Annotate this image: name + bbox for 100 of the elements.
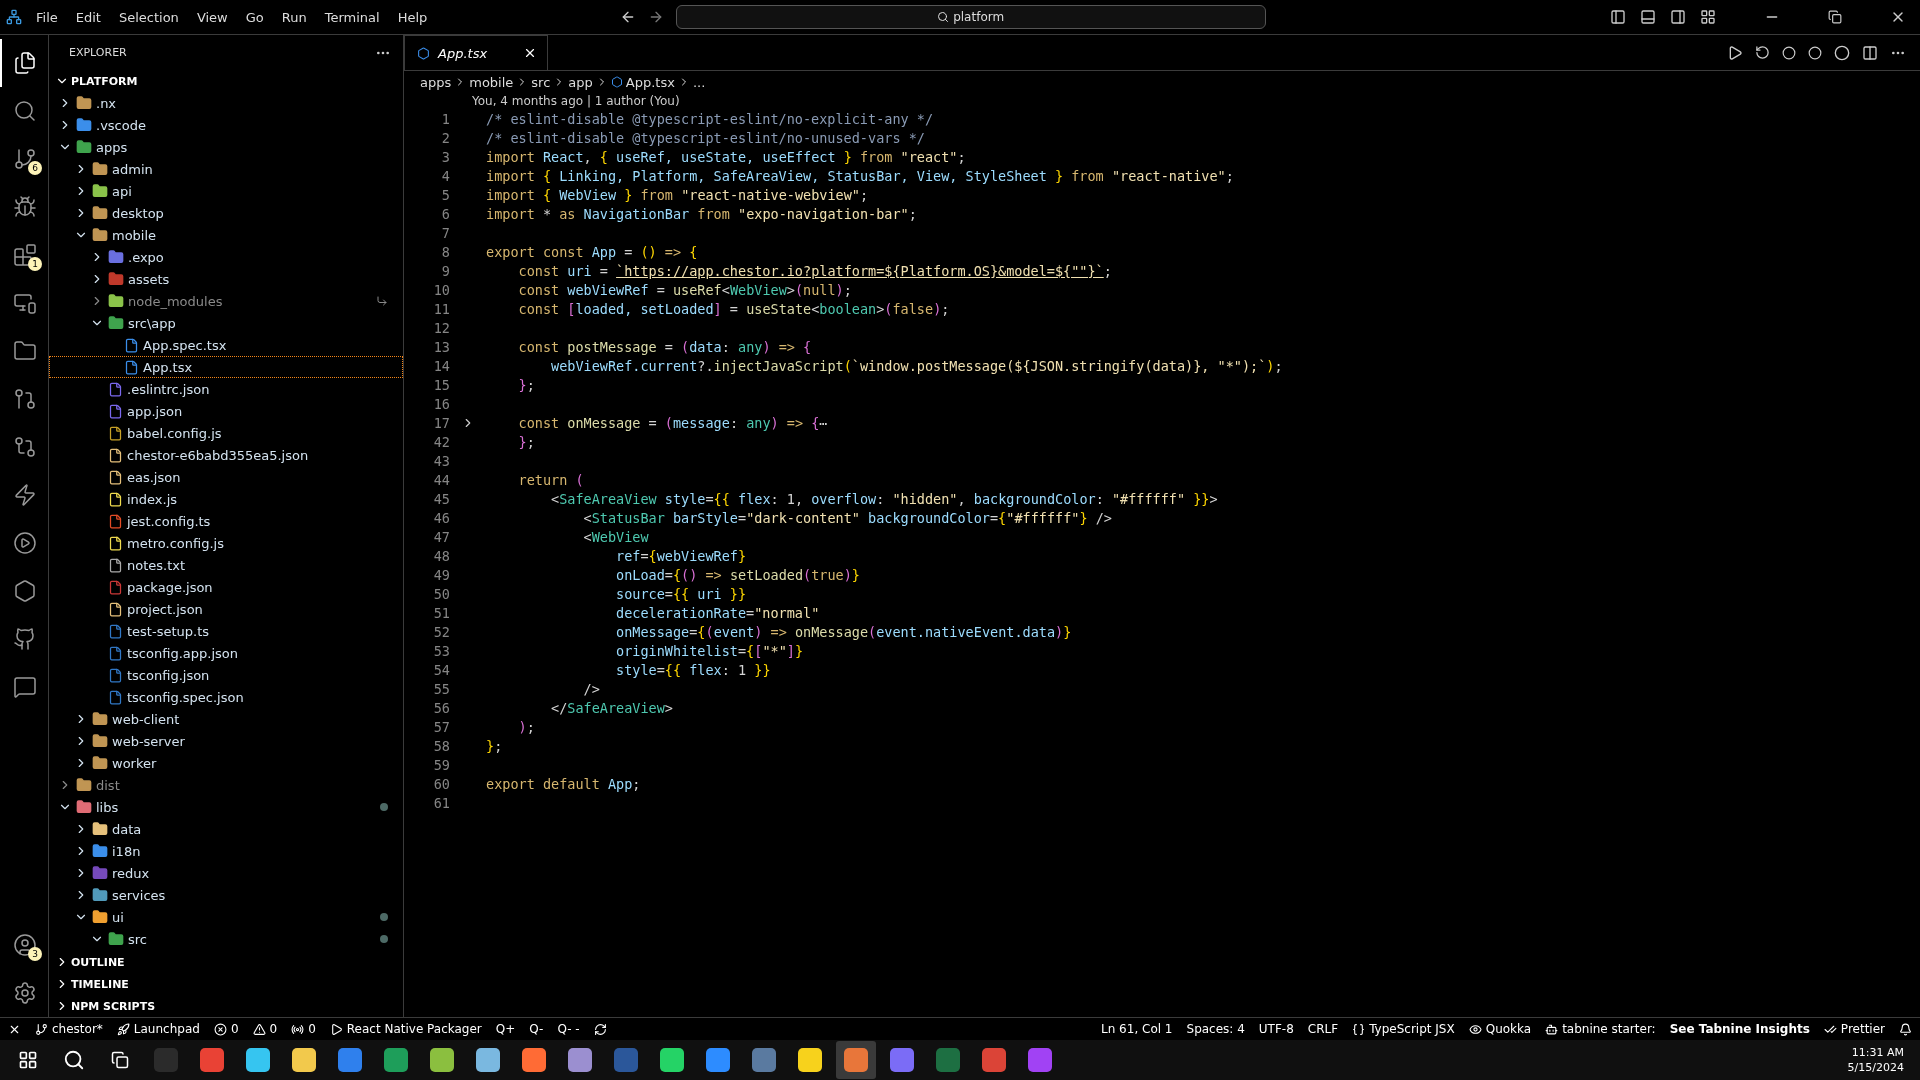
- menu-item[interactable]: Go: [237, 5, 272, 29]
- menu-item[interactable]: View: [188, 5, 236, 29]
- status-item[interactable]: See Tabnine Insights: [1669, 1022, 1810, 1036]
- status-item[interactable]: 0: [213, 1022, 239, 1036]
- status-item[interactable]: chestor*: [35, 1022, 103, 1036]
- restore-icon[interactable]: [1828, 10, 1842, 24]
- blame-annotation[interactable]: You, 4 months ago | 1 author (You): [404, 93, 1920, 109]
- folder-tree-item[interactable]: web-client: [49, 708, 403, 730]
- status-item[interactable]: Q+: [495, 1022, 516, 1036]
- section-header[interactable]: TIMELINE: [49, 973, 403, 995]
- layout-icon[interactable]: [1700, 9, 1716, 25]
- folder-tree-item[interactable]: i18n: [49, 840, 403, 862]
- section-header[interactable]: OUTLINE: [49, 951, 403, 973]
- folder-tree-item[interactable]: .nx: [49, 92, 403, 114]
- status-item[interactable]: tabnine starter:: [1545, 1022, 1656, 1036]
- settings-icon[interactable]: [13, 981, 37, 1005]
- clock-date[interactable]: 5/15/2024: [1847, 1060, 1904, 1075]
- file-tree-item[interactable]: App.spec.tsx: [49, 334, 403, 356]
- folder-tree-item[interactable]: data: [49, 818, 403, 840]
- command-center-search[interactable]: platform: [675, 5, 1266, 29]
- folder-tree-item[interactable]: worker: [49, 752, 403, 774]
- status-item[interactable]: Prettier: [1823, 1022, 1885, 1036]
- circle-icon[interactable]: [1782, 45, 1796, 60]
- file-tree-item[interactable]: jest.config.ts: [49, 510, 403, 532]
- status-item[interactable]: React Native Packager: [329, 1022, 482, 1036]
- file-tree-item[interactable]: tsconfig.app.json: [49, 642, 403, 664]
- folder-tree-item[interactable]: libs: [49, 796, 403, 818]
- account-icon[interactable]: [13, 933, 37, 957]
- toggle-panel-icon[interactable]: [1640, 9, 1656, 25]
- search-icon[interactable]: [63, 1049, 85, 1071]
- sync-icon[interactable]: [593, 1022, 607, 1036]
- breadcrumb-item[interactable]: mobile: [469, 74, 514, 90]
- menu-item[interactable]: Selection: [110, 5, 187, 29]
- folder-tree-item[interactable]: admin: [49, 158, 403, 180]
- circle-icon[interactable]: [1808, 45, 1822, 60]
- menu-item[interactable]: Run: [273, 5, 315, 29]
- breadcrumb-item[interactable]: App.tsx: [625, 74, 675, 90]
- status-item[interactable]: TypeScript JSX: [1352, 1022, 1455, 1036]
- folder-tree-item[interactable]: redux: [49, 862, 403, 884]
- folder-tree-item[interactable]: dist: [49, 774, 403, 796]
- status-item[interactable]: Ln 61, Col 1: [1101, 1022, 1173, 1036]
- task-view-icon[interactable]: [111, 1051, 129, 1069]
- folder-tree-item[interactable]: mobile: [49, 224, 403, 246]
- status-item[interactable]: Q- -: [557, 1022, 580, 1036]
- status-item[interactable]: Launchpad: [116, 1022, 200, 1036]
- folder-tree-item[interactable]: api: [49, 180, 403, 202]
- folder-tree-item[interactable]: ui: [49, 906, 403, 928]
- folder-tree-item[interactable]: assets: [49, 268, 403, 290]
- folder-tree-item[interactable]: src: [49, 928, 403, 950]
- close-icon[interactable]: [523, 46, 537, 60]
- revert-icon[interactable]: [1755, 45, 1770, 60]
- status-item[interactable]: Spaces: 4: [1186, 1022, 1245, 1036]
- breadcrumb-item[interactable]: ...: [692, 74, 706, 90]
- status-item[interactable]: 0: [252, 1022, 278, 1036]
- status-item[interactable]: UTF-8: [1258, 1022, 1294, 1036]
- file-tree-item[interactable]: eas.json: [49, 466, 403, 488]
- clock-time[interactable]: 11:31 AM: [1851, 1045, 1904, 1060]
- folder-tree-item[interactable]: apps: [49, 136, 403, 158]
- breadcrumb-item[interactable]: src: [531, 74, 551, 90]
- menu-item[interactable]: Edit: [67, 5, 109, 29]
- status-item[interactable]: CRLF: [1307, 1022, 1339, 1036]
- section-header[interactable]: NPM SCRIPTS: [49, 995, 403, 1017]
- folder-tree-item[interactable]: web-server: [49, 730, 403, 752]
- circle-icon[interactable]: [1834, 44, 1850, 61]
- breadcrumb-item[interactable]: app: [568, 74, 593, 90]
- file-tree-item[interactable]: index.js: [49, 488, 403, 510]
- run-icon[interactable]: [1727, 44, 1743, 61]
- breadcrumb-item[interactable]: apps: [420, 74, 452, 90]
- file-tree-item[interactable]: app.json: [49, 400, 403, 422]
- file-tree-item[interactable]: metro.config.js: [49, 532, 403, 554]
- menu-item[interactable]: Help: [389, 5, 436, 29]
- file-tree-item[interactable]: babel.config.js: [49, 422, 403, 444]
- activity-button[interactable]: 6: [0, 135, 48, 183]
- file-tree-item[interactable]: package.json: [49, 576, 403, 598]
- folder-tree-item[interactable]: desktop: [49, 202, 403, 224]
- folder-tree-item[interactable]: node_modules: [49, 290, 403, 312]
- file-tree-item[interactable]: chestor-e6babd355ea5.json: [49, 444, 403, 466]
- file-tree-item[interactable]: tsconfig.spec.json: [49, 686, 403, 708]
- notification-bell-icon[interactable]: [1899, 1022, 1912, 1036]
- file-tree-item[interactable]: test-setup.ts: [49, 620, 403, 642]
- start-icon[interactable]: [18, 1050, 38, 1070]
- folder-tree-item[interactable]: .vscode: [49, 114, 403, 136]
- file-tree-item[interactable]: project.json: [49, 598, 403, 620]
- file-tree-item[interactable]: tsconfig.json: [49, 664, 403, 686]
- menu-item[interactable]: Terminal: [316, 5, 388, 29]
- status-item[interactable]: Q-: [529, 1022, 544, 1036]
- status-item[interactable]: Quokka: [1468, 1022, 1532, 1036]
- folder-tree-item[interactable]: src\app: [49, 312, 403, 334]
- file-tree-item[interactable]: App.tsx: [49, 356, 403, 378]
- file-tree-item[interactable]: .eslintrc.json: [49, 378, 403, 400]
- toggle-secondary-sidebar-icon[interactable]: [1670, 9, 1686, 25]
- menu-item[interactable]: File: [28, 5, 66, 29]
- file-tree-item[interactable]: notes.txt: [49, 554, 403, 576]
- activity-button[interactable]: 1: [0, 231, 48, 279]
- split-editor-icon[interactable]: [1862, 44, 1878, 61]
- toggle-sidebar-icon[interactable]: [1610, 9, 1626, 25]
- section-header[interactable]: PLATFORM: [49, 70, 403, 92]
- folder-tree-item[interactable]: services: [49, 884, 403, 906]
- status-item[interactable]: 0: [291, 1022, 316, 1036]
- folder-tree-item[interactable]: .expo: [49, 246, 403, 268]
